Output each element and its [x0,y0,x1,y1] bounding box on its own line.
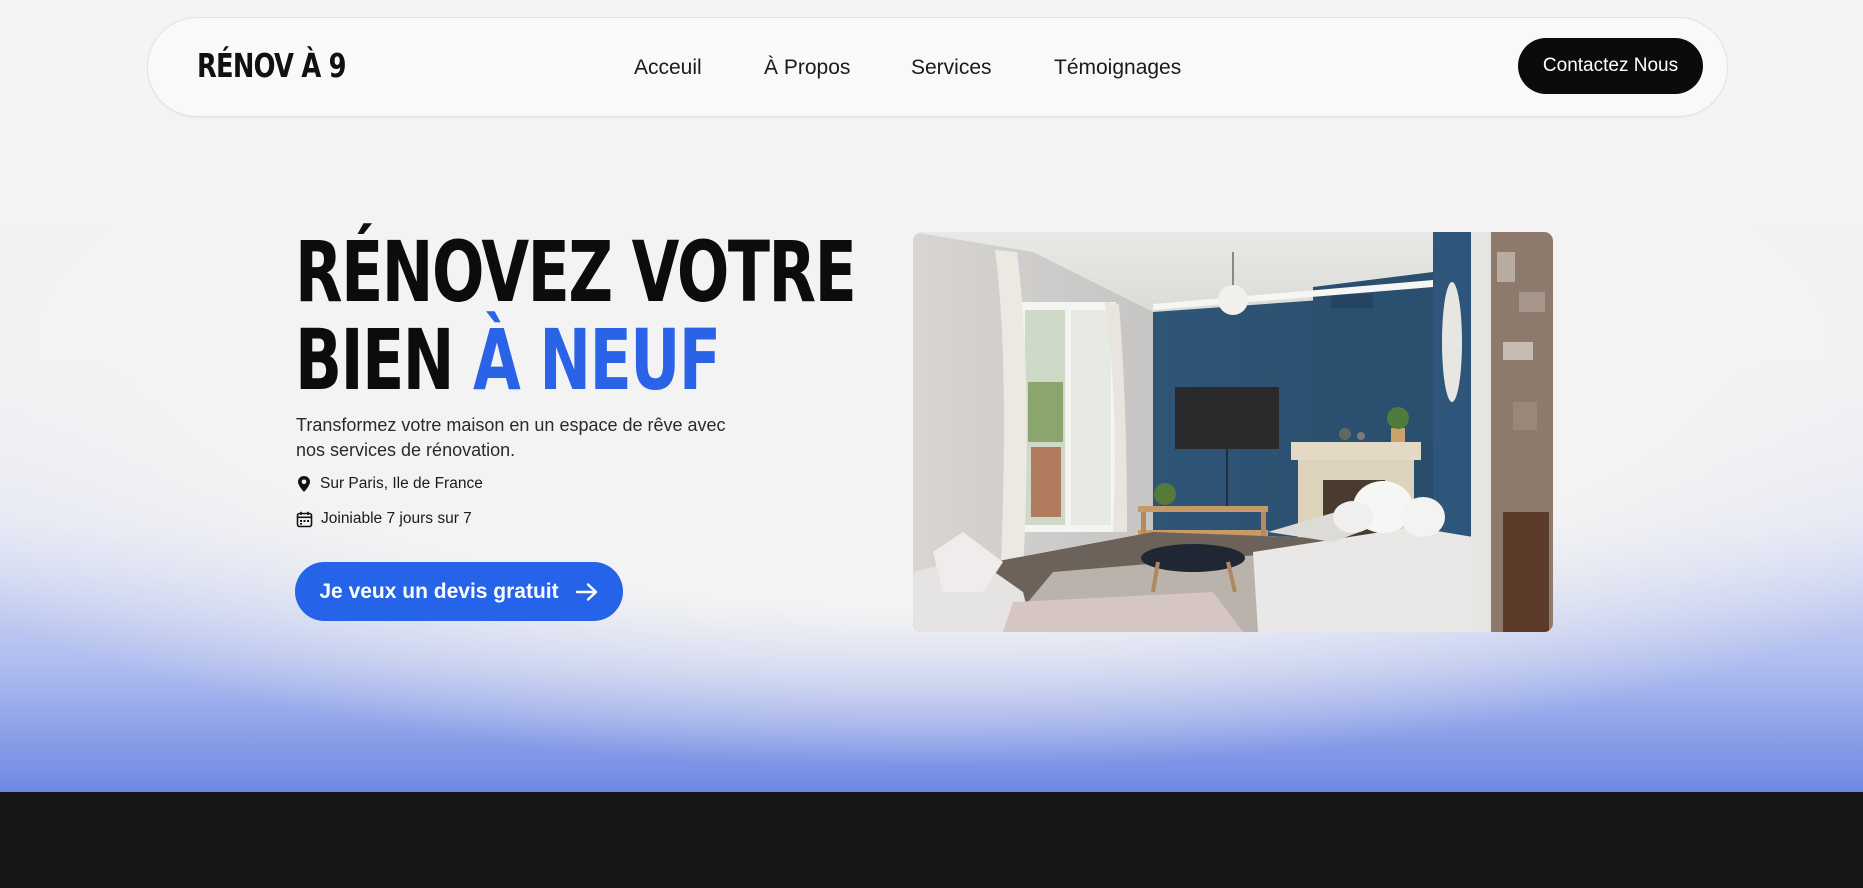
brand-logo[interactable]: RÉNOV À 9 [197,49,347,82]
hero-headline: RÉNOVEZ VOTRE BIEN À NEUF [295,228,857,404]
quote-request-label: Je veux un devis gratuit [319,579,559,603]
navbar: RÉNOV À 9 Acceuil À Propos Services Témo… [147,17,1728,117]
calendar-icon [296,511,313,527]
location-pin-icon [298,476,310,492]
headline-line-1: RÉNOVEZ VOTRE [295,223,857,321]
headline-line-2-accent: À NEUF [473,311,721,409]
nav-link-services[interactable]: Services [911,55,992,80]
arrow-right-icon [575,582,597,601]
location-text: Sur Paris, Ile de France [320,475,483,492]
footer-band [0,792,1863,888]
quote-request-button[interactable]: Je veux un devis gratuit [295,562,623,621]
availability-text: Joiniable 7 jours sur 7 [321,510,472,527]
nav-link-accueil[interactable]: Acceuil [634,55,702,80]
nav-link-a-propos[interactable]: À Propos [764,55,850,80]
renovated-living-room-photo [913,232,1553,632]
availability-info: Joiniable 7 jours sur 7 [296,510,472,528]
headline-line-2-plain: BIEN [295,311,454,409]
contact-button[interactable]: Contactez Nous [1518,38,1703,94]
hero-section: RÉNOV À 9 Acceuil À Propos Services Témo… [0,0,1863,792]
hero-subtitle: Transformez votre maison en un espace de… [296,415,726,460]
nav-link-temoignages[interactable]: Témoignages [1054,55,1181,80]
location-info: Sur Paris, Ile de France [296,475,483,493]
